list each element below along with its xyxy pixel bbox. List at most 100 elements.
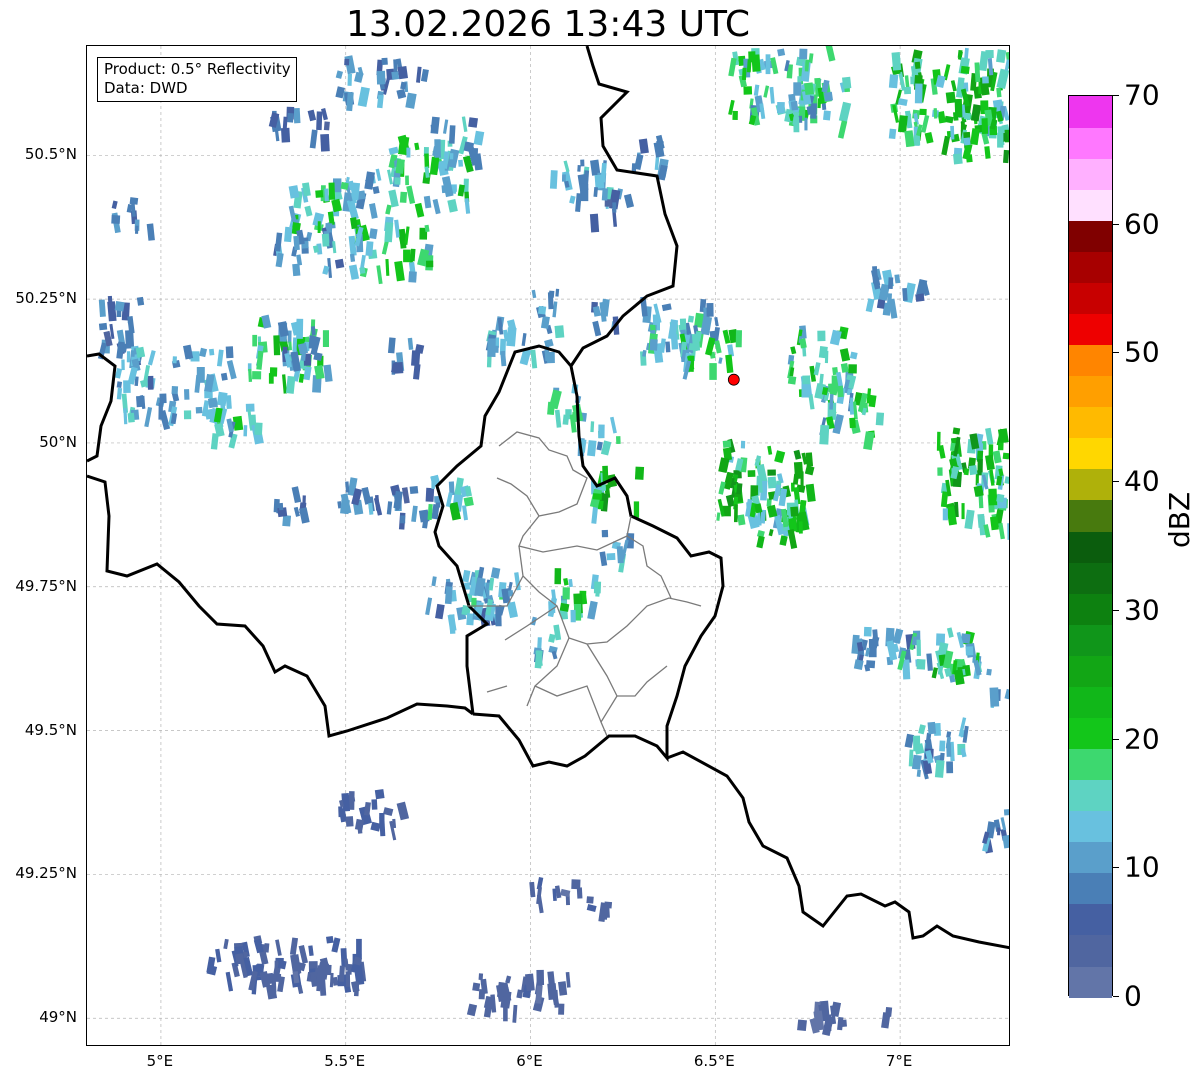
echo-pixel [344,58,350,66]
echo-pixel [291,486,302,504]
echo-pixel [408,271,417,283]
echo-pixel [817,330,826,342]
data-source-label: Data: DWD [104,79,188,97]
echo-pixel [563,577,569,586]
echo-pixel [414,202,425,218]
echo-pixel [916,769,921,777]
echo-pixel [289,937,299,956]
echo-pixel [996,493,1005,503]
echo-pixel [537,305,547,315]
echo-pixel [223,938,229,950]
echo-pixel [204,408,214,420]
echo-pixel [136,395,146,408]
echo-pixel [765,54,771,75]
echo-pixel [985,427,994,445]
echo-pixel [561,174,566,182]
echo-pixel [709,363,717,380]
echo-pixel [434,139,441,158]
echo-pixel [369,203,378,219]
echo-pixel [587,440,597,457]
echo-pixel [243,425,248,437]
echo-pixel [863,626,872,637]
echo-pixel [284,226,293,243]
echo-pixel [824,350,829,364]
echo-pixel [589,213,600,233]
echo-pixel [926,653,933,671]
echo-pixel [516,989,524,999]
echo-pixel [282,515,292,527]
echo-pixel [1000,817,1007,831]
echo-pixel [335,70,344,79]
echo-pixel [332,241,337,254]
echo-pixel [946,743,952,757]
echo-pixel [939,740,946,752]
echo-pixel [98,299,106,317]
colorbar-segment [1069,499,1112,532]
echo-pixel [544,338,554,348]
colorbar-tick-label: 60 [1124,207,1160,241]
echo-pixel [887,277,894,290]
echo-pixel [562,587,570,600]
echo-pixel [253,938,264,954]
radar-site-marker [727,373,740,386]
echo-pixel [968,465,978,476]
colorbar-segment [1069,344,1112,377]
echo-pixel [391,71,400,80]
echo-pixel [288,185,300,199]
echo-pixel [381,57,388,65]
echo-pixel [347,73,352,86]
echo-pixel [444,586,453,605]
echo-pixel [984,146,991,159]
echo-pixel [753,84,760,96]
echo-pixel [601,903,609,920]
echo-pixel [449,153,454,160]
echo-pixel [248,368,253,382]
echo-pixel [992,450,1002,464]
echo-pixel [941,135,951,156]
echo-pixel [748,51,756,63]
echo-pixel [414,344,425,354]
lon-tick-label: 5°E [146,1052,174,1070]
colorbar-segment [1069,872,1112,905]
national-border-luxembourg [433,344,725,768]
echo-pixel [946,731,952,738]
echo-pixel [837,120,848,139]
echo-pixel [313,352,323,362]
map-canvas [87,46,1009,1045]
echo-pixel [216,391,228,407]
echo-pixel [842,76,852,89]
echo-pixel [323,364,333,382]
echo-pixel [774,450,786,464]
radar-map [86,45,1010,1046]
echo-pixel [309,129,318,149]
echo-pixel [897,98,908,107]
echo-pixel [379,816,386,837]
echo-pixel [405,92,417,109]
echo-pixel [220,372,228,381]
echo-pixel [304,205,313,217]
echo-pixel [810,103,817,119]
echo-pixel [462,505,469,521]
echo-pixel [345,971,351,987]
echo-pixel [722,440,732,448]
echo-pixel [457,184,465,197]
echo-pixel [996,49,1007,63]
echo-pixel [837,1016,844,1031]
echo-pixel [1002,834,1009,849]
echo-pixel [593,187,598,197]
echo-pixel [548,633,556,643]
echo-pixel [324,188,329,202]
echo-pixel [592,306,601,317]
national-border-belgium-north [87,352,117,463]
echo-pixel [548,389,562,410]
echo-pixel [171,385,179,395]
echo-pixel [134,225,139,234]
echo-pixel [1004,59,1009,71]
echo-pixel [964,509,975,530]
colorbar-tick-label: 40 [1124,464,1160,498]
echo-pixel [793,117,800,133]
colorbar-segment [1069,841,1112,874]
lon-tick-label: 6.5°E [693,1052,735,1070]
echo-pixel [974,62,981,83]
echo-pixel [111,200,118,209]
